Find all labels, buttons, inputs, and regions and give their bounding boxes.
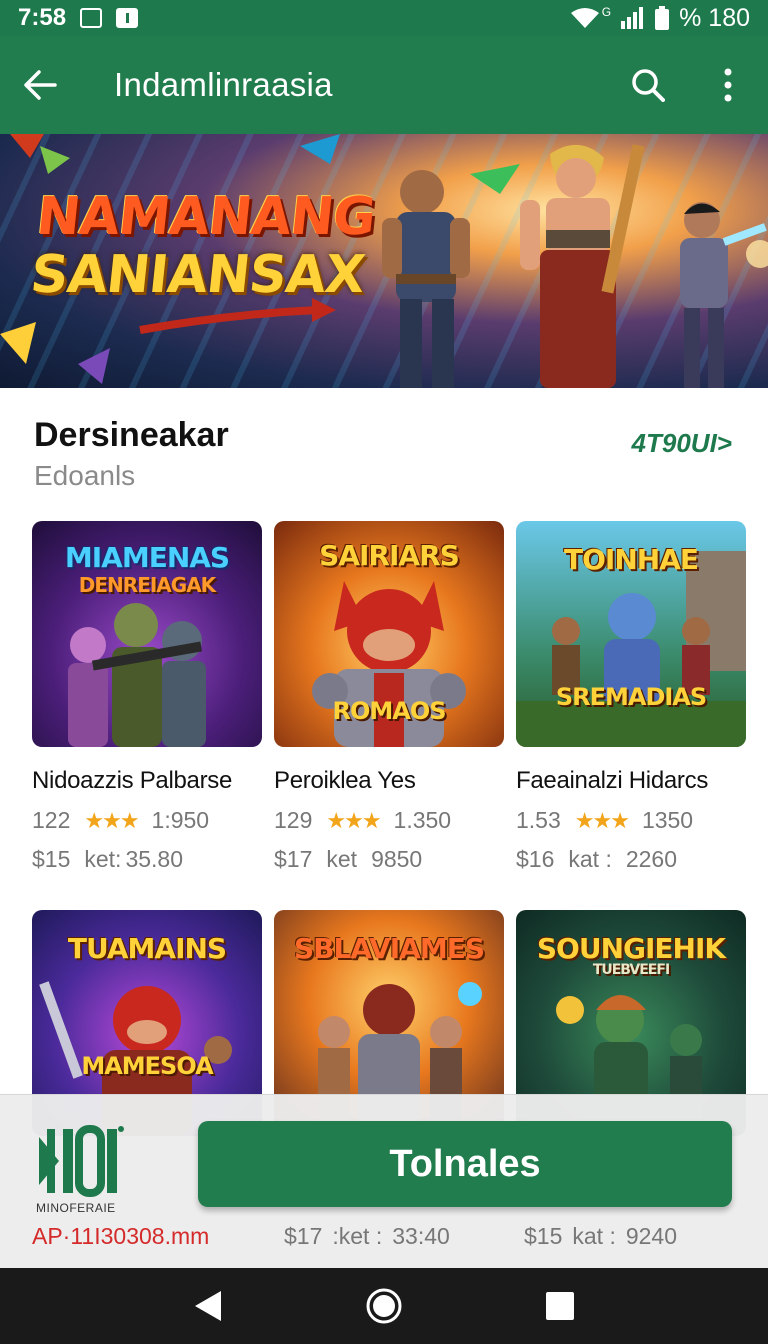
- battery-label: % 180: [679, 3, 750, 32]
- install-button[interactable]: Tolnales: [198, 1121, 732, 1207]
- ket-label: ket: [326, 846, 358, 872]
- thumb-subtitle: TUEBVEEFI: [592, 962, 670, 978]
- ket-value: 9850: [371, 846, 423, 872]
- more-options-button[interactable]: [688, 36, 768, 134]
- back-button[interactable]: [0, 36, 80, 134]
- ad-url[interactable]: AP·11I30308.mm: [32, 1223, 209, 1250]
- page-title: Indamlinraasia: [114, 66, 333, 103]
- status-time: 7:58: [18, 4, 67, 31]
- ket-label: kat :: [568, 846, 612, 872]
- nav-home-icon: [366, 1288, 402, 1324]
- game-price: $15: [524, 1223, 563, 1249]
- thumb-title: MIAMENAS: [64, 541, 230, 574]
- game-rating: 122: [32, 807, 71, 833]
- more-vert-icon: [724, 68, 732, 102]
- nav-back-icon: [195, 1291, 221, 1321]
- signal-label: G: [601, 5, 612, 19]
- search-button[interactable]: [608, 36, 688, 134]
- ket-label: :ket :: [332, 1223, 383, 1249]
- star-rating-icon: ★★★: [326, 807, 381, 833]
- hero-line1: NAMANANG: [33, 187, 378, 247]
- search-icon: [632, 69, 665, 102]
- game-card[interactable]: TOINHAE SREMADIAS Faeainalzi Hidarcs 1.5…: [516, 521, 746, 873]
- ket-value: 33:40: [392, 1223, 450, 1249]
- notification-icon: [80, 8, 103, 28]
- hero-headline: NAMANANG SANIANSAX: [27, 187, 378, 305]
- game-price: $17: [274, 846, 313, 872]
- thumb-subtitle: ROMAOS: [332, 697, 446, 725]
- game-name: Nidoazzis Palbarse: [32, 767, 233, 794]
- ad-banner[interactable]: MINOFERAIE AP·11I30308.mm Tolnales $17 :…: [0, 1094, 768, 1268]
- thumb-title: SAIRIARS: [319, 539, 460, 572]
- game-count: 1350: [641, 807, 694, 833]
- nav-recents-icon: [546, 1292, 574, 1320]
- game-price: $17: [284, 1223, 323, 1249]
- cell-signal-icon: [621, 7, 644, 29]
- game-card[interactable]: MIAMENAS DENREIAGAK Nidoazzis Palbarse 1…: [32, 521, 262, 873]
- back-arrow-icon: [24, 70, 57, 100]
- ket-label: kat :: [572, 1223, 616, 1249]
- system-nav-bar: [0, 1268, 768, 1344]
- game-rating: 1.53: [516, 807, 561, 833]
- game-thumbnail[interactable]: TOINHAE SREMADIAS: [516, 521, 746, 747]
- game-thumbnail[interactable]: SAIRIARS ROMAOS: [274, 521, 504, 747]
- nav-home-button[interactable]: [354, 1276, 414, 1336]
- game-price: $16: [516, 846, 555, 872]
- hero-line2: SANIANSAX: [27, 245, 368, 305]
- game-name: Faeainalzi Hidarcs: [516, 767, 709, 794]
- thumb-title: SBLAVIAMES: [293, 932, 485, 965]
- wifi-icon: [570, 8, 599, 28]
- thumb-subtitle: SREMADIAS: [555, 683, 707, 711]
- ket-value: 35.80: [125, 846, 184, 872]
- battery-icon: [655, 6, 670, 30]
- game-thumbnail[interactable]: MIAMENAS DENREIAGAK: [32, 521, 262, 747]
- nav-back-button[interactable]: [178, 1276, 238, 1336]
- thumb-subtitle: MAMESOA: [81, 1052, 213, 1080]
- hero-banner[interactable]: NAMANANG SANIANSAX: [0, 134, 768, 388]
- game-rating: 129: [274, 807, 313, 833]
- section-title: Dersineakar: [34, 416, 229, 454]
- thumb-subtitle: DENREIAGAK: [78, 573, 216, 597]
- game-name: Peroiklea Yes: [274, 767, 416, 794]
- ket-value: 9240: [625, 1223, 678, 1249]
- status-bar: 7:58 G % 180: [0, 0, 768, 36]
- ket-label: ket:: [84, 846, 122, 872]
- thumb-title: TOINHAE: [564, 543, 699, 576]
- game-card[interactable]: SAIRIARS ROMAOS Peroiklea Yes 129 ★★★ 1.…: [274, 521, 504, 873]
- ket-value: 2260: [625, 846, 678, 872]
- nav-recents-button[interactable]: [530, 1276, 590, 1336]
- thumb-title: SOUNGIEHIK: [536, 932, 726, 965]
- brand-logo-icon: [39, 1125, 124, 1197]
- game-price: $15: [32, 846, 71, 872]
- star-rating-icon: ★★★: [84, 807, 139, 833]
- app-bar: Indamlinraasia: [0, 36, 768, 134]
- notification-alert-icon: [116, 8, 139, 28]
- thumb-title: TUAMAINS: [67, 932, 227, 965]
- star-rating-icon: ★★★: [574, 807, 630, 833]
- section-subtitle: Edoanls: [34, 460, 136, 491]
- brand-logo-text: MINOFERAIE: [36, 1201, 116, 1215]
- card-price-row: $17 :ket : 33:40: [284, 1223, 450, 1250]
- game-count: 1.350: [393, 807, 452, 833]
- card-price-row: $15 kat : 9240: [524, 1223, 677, 1250]
- see-more-link[interactable]: 4T90UI>: [632, 428, 732, 459]
- game-count: 1:950: [151, 807, 210, 833]
